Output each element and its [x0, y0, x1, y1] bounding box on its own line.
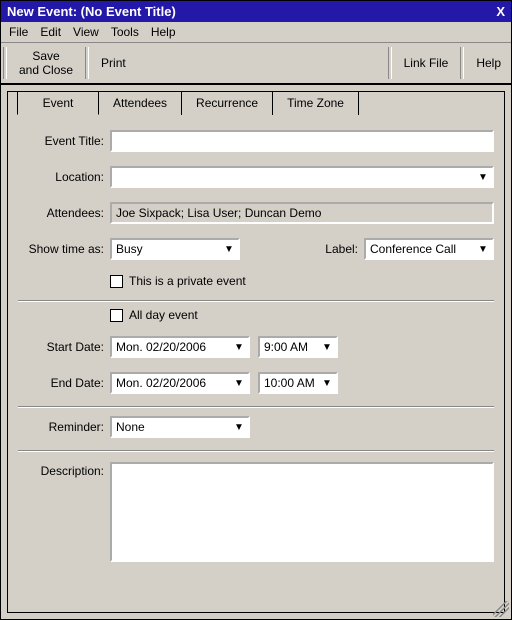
- reminder-value: None: [116, 420, 230, 434]
- start-date-combo[interactable]: Mon. 02/20/2006 ▼: [110, 336, 250, 358]
- label-event-title: Event Title:: [18, 134, 110, 148]
- menu-view[interactable]: View: [73, 25, 99, 39]
- chevron-down-icon: ▼: [318, 378, 336, 389]
- end-time-combo[interactable]: 10:00 AM ▼: [258, 372, 338, 394]
- tab-event[interactable]: Event: [17, 91, 99, 115]
- label-reminder: Reminder:: [18, 420, 110, 434]
- toolbar-separator: [85, 47, 89, 79]
- chevron-down-icon: ▼: [230, 422, 248, 433]
- menu-tools[interactable]: Tools: [111, 25, 139, 39]
- label-end-date: End Date:: [18, 376, 110, 390]
- attendees-display[interactable]: Joe Sixpack; Lisa User; Duncan Demo: [110, 202, 494, 224]
- show-time-as-value: Busy: [116, 242, 220, 256]
- menubar: File Edit View Tools Help: [1, 22, 511, 43]
- tab-recurrence[interactable]: Recurrence: [181, 91, 273, 115]
- label-description: Description:: [18, 462, 110, 478]
- show-time-as-combo[interactable]: Busy ▼: [110, 238, 240, 260]
- label-location: Location:: [18, 170, 110, 184]
- chevron-down-icon: ▼: [318, 342, 336, 353]
- chevron-down-icon: ▼: [230, 378, 248, 389]
- end-time-value: 10:00 AM: [264, 376, 318, 390]
- location-combo[interactable]: ▼: [110, 166, 494, 188]
- checkbox-icon: [110, 275, 123, 288]
- titlebar: New Event: (No Event Title) X: [1, 1, 511, 22]
- description-textarea[interactable]: [110, 462, 494, 562]
- chevron-down-icon: ▼: [230, 342, 248, 353]
- end-date-value: Mon. 02/20/2006: [116, 376, 230, 390]
- label-combo[interactable]: Conference Call ▼: [364, 238, 494, 260]
- private-event-label: This is a private event: [129, 274, 246, 288]
- resize-grip-icon[interactable]: [493, 601, 509, 617]
- chevron-down-icon: ▼: [474, 244, 492, 255]
- label-attendees: Attendees:: [18, 206, 110, 220]
- toolbar-separator: [460, 47, 464, 79]
- tabstrip: Event Attendees Recurrence Time Zone: [17, 92, 494, 116]
- separator: [18, 406, 494, 408]
- all-day-checkbox[interactable]: All day event: [110, 308, 198, 322]
- toolbar-separator: [388, 47, 392, 79]
- content-area: Event Attendees Recurrence Time Zone Eve…: [7, 91, 505, 613]
- end-date-combo[interactable]: Mon. 02/20/2006 ▼: [110, 372, 250, 394]
- start-date-value: Mon. 02/20/2006: [116, 340, 230, 354]
- private-event-checkbox[interactable]: This is a private event: [110, 274, 246, 288]
- new-event-window: New Event: (No Event Title) X File Edit …: [0, 0, 512, 620]
- chevron-down-icon: ▼: [474, 172, 492, 183]
- save-and-close-button[interactable]: Save and Close: [9, 43, 83, 83]
- separator: [18, 450, 494, 452]
- label-show-time-as: Show time as:: [18, 242, 110, 256]
- all-day-label: All day event: [129, 308, 198, 322]
- separator: [18, 300, 494, 302]
- start-time-value: 9:00 AM: [264, 340, 318, 354]
- print-button[interactable]: Print: [91, 43, 136, 83]
- event-title-input[interactable]: [110, 130, 494, 152]
- label-label: Label:: [325, 242, 364, 256]
- label-value: Conference Call: [370, 242, 474, 256]
- menu-file[interactable]: File: [9, 25, 28, 39]
- menu-help[interactable]: Help: [151, 25, 176, 39]
- chevron-down-icon: ▼: [220, 244, 238, 255]
- link-file-button[interactable]: Link File: [394, 43, 459, 83]
- toolbar-separator: [3, 47, 7, 79]
- start-time-combo[interactable]: 9:00 AM ▼: [258, 336, 338, 358]
- menu-edit[interactable]: Edit: [40, 25, 61, 39]
- label-start-date: Start Date:: [18, 340, 110, 354]
- toolbar-spacer: [136, 43, 386, 83]
- checkbox-icon: [110, 309, 123, 322]
- close-icon[interactable]: X: [496, 4, 505, 19]
- toolbar: Save and Close Print Link File Help: [1, 43, 511, 85]
- window-title: New Event: (No Event Title): [7, 4, 176, 19]
- help-button[interactable]: Help: [466, 43, 511, 83]
- tab-attendees[interactable]: Attendees: [98, 91, 182, 115]
- tab-time-zone[interactable]: Time Zone: [272, 91, 359, 115]
- reminder-combo[interactable]: None ▼: [110, 416, 250, 438]
